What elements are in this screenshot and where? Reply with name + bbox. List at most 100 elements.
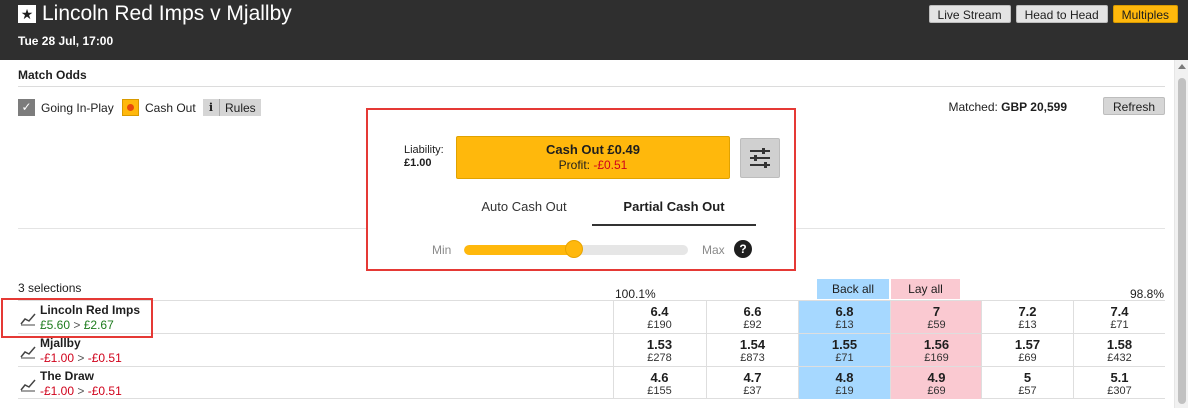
lay-price-2[interactable]: 1.57 £69	[981, 334, 1073, 366]
slider-fill	[464, 245, 574, 255]
slider-handle[interactable]	[564, 240, 583, 258]
odds-price: 7.2	[1018, 304, 1037, 319]
back-price-2[interactable]: 4.7 £37	[706, 367, 798, 399]
odds-size: £155	[647, 385, 672, 397]
odds-price: 5	[1023, 370, 1032, 385]
odds-size: £69	[927, 385, 946, 397]
match-title: Lincoln Red Imps v Mjallby	[42, 2, 292, 25]
pnl-after: -£0.51	[87, 351, 122, 365]
refresh-button[interactable]: Refresh	[1103, 97, 1165, 115]
back-price-best[interactable]: 1.55 £71	[798, 334, 890, 366]
slider-max-label: Max	[702, 243, 725, 257]
liability-value: £1.00	[404, 157, 432, 169]
odds-size: £873	[740, 352, 765, 364]
profit-value: -£0.51	[593, 158, 628, 172]
odds-size: £37	[743, 385, 762, 397]
star-icon[interactable]: ★	[18, 5, 36, 23]
odds-size: £71	[1110, 319, 1129, 331]
back-price-best[interactable]: 4.8 £19	[798, 367, 890, 399]
odds-size: £13	[835, 319, 854, 331]
rules-button[interactable]: i Rules	[203, 99, 261, 116]
lay-price-3[interactable]: 5.1 £307	[1073, 367, 1165, 399]
lay-price-3[interactable]: 7.4 £71	[1073, 301, 1165, 333]
cash-out-settings-button[interactable]	[740, 138, 780, 178]
odds-price: 1.57	[1014, 337, 1041, 352]
odds-price: 7	[932, 304, 941, 319]
pnl-arrow: >	[77, 351, 85, 365]
back-price-3[interactable]: 4.6 £155	[613, 367, 705, 399]
odds-price: 6.8	[835, 304, 854, 319]
lay-price-best[interactable]: 7 £59	[890, 301, 982, 333]
odds-size: £69	[1018, 352, 1037, 364]
back-all-button[interactable]: Back all	[817, 279, 889, 299]
back-book-percentage: 100.1%	[615, 287, 656, 301]
lay-price-best[interactable]: 1.56 £169	[890, 334, 982, 366]
multiples-button[interactable]: Multiples	[1112, 5, 1178, 23]
odds-price: 1.55	[831, 337, 858, 352]
lay-price-best[interactable]: 4.9 £69	[890, 367, 982, 399]
odds-price: 4.8	[835, 370, 854, 385]
selections-count: 3 selections	[18, 281, 82, 295]
lay-all-button[interactable]: Lay all	[891, 279, 960, 299]
rules-label: Rules	[225, 100, 256, 115]
lay-price-2[interactable]: 7.2 £13	[981, 301, 1073, 333]
help-icon[interactable]: ?	[734, 240, 752, 258]
odds-price: 4.6	[650, 370, 669, 385]
back-price-2[interactable]: 6.6 £92	[706, 301, 798, 333]
chart-icon[interactable]	[20, 378, 36, 392]
back-price-best[interactable]: 6.8 £13	[798, 301, 890, 333]
matched-label: Matched:	[948, 100, 998, 114]
scroll-thumb[interactable]	[1178, 78, 1186, 404]
runner-name: The Draw	[40, 369, 95, 383]
runner-name: Lincoln Red Imps	[40, 303, 141, 317]
sliders-icon	[750, 148, 770, 168]
head-to-head-button[interactable]: Head to Head	[1015, 5, 1108, 23]
odds-price: 7.4	[1110, 304, 1129, 319]
odds-size: £71	[835, 352, 854, 364]
going-in-play-check-icon: ✓	[18, 99, 35, 116]
odds-size: £278	[647, 352, 672, 364]
odds-size: £307	[1107, 385, 1132, 397]
back-price-2[interactable]: 1.54 £873	[706, 334, 798, 366]
cash-out-profit: Profit: -£0.51	[457, 158, 729, 172]
lay-price-3[interactable]: 1.58 £432	[1073, 334, 1165, 366]
header-buttons: Live Stream Head to Head Multiples	[928, 5, 1178, 23]
back-price-3[interactable]: 1.53 £278	[613, 334, 705, 366]
lay-book-percentage: 98.8%	[1130, 287, 1165, 301]
cash-out-button-label: Cash Out £0.49	[546, 142, 640, 157]
odds-price: 4.9	[927, 370, 946, 385]
matched-amount: Matched: GBP 20,599	[948, 100, 1067, 114]
odds-size: £432	[1107, 352, 1132, 364]
odds-price: 1.53	[646, 337, 673, 352]
odds-size: £59	[927, 319, 946, 331]
match-date: Tue 28 Jul, 17:00	[18, 34, 114, 48]
runner-name: Mjallby	[40, 336, 81, 350]
tab-partial-cash-out[interactable]: Partial Cash Out	[592, 196, 756, 226]
live-stream-button[interactable]: Live Stream	[928, 5, 1011, 23]
runner-pnl: -£1.00 > -£0.51	[40, 384, 122, 398]
info-icon: i	[203, 99, 220, 116]
pnl-arrow: >	[73, 318, 81, 332]
odds-price: 4.7	[743, 370, 762, 385]
back-price-3[interactable]: 6.4 £190	[613, 301, 705, 333]
cash-out-panel: Liability: £1.00 Cash Out £0.49 Profit: …	[366, 108, 796, 271]
cash-out-button[interactable]: Cash Out £0.49 Profit: -£0.51	[456, 136, 730, 179]
table-row: The Draw -£1.00 > -£0.51 4.6 £155 4.7 £37 …	[18, 366, 1165, 399]
vertical-scrollbar[interactable]	[1174, 60, 1188, 408]
odds-size: £92	[743, 319, 762, 331]
chart-icon[interactable]	[20, 345, 36, 359]
pnl-current: -£1.00	[40, 351, 75, 365]
runner-pnl: -£1.00 > -£0.51	[40, 351, 122, 365]
pnl-arrow: >	[77, 384, 85, 398]
chart-icon[interactable]	[20, 312, 36, 326]
cash-out-icon	[122, 99, 139, 116]
odds-size: £169	[924, 352, 949, 364]
tab-auto-cash-out[interactable]: Auto Cash Out	[456, 196, 592, 226]
lay-price-2[interactable]: 5 £57	[981, 367, 1073, 399]
cash-out-tabs: Auto Cash Out Partial Cash Out	[456, 196, 756, 226]
scroll-up-arrow-icon[interactable]	[1178, 64, 1186, 69]
market-title: Match Odds	[18, 68, 87, 82]
odds-price: 5.1	[1110, 370, 1129, 385]
table-row: Lincoln Red Imps £5.60 > £2.67 6.4 £190 6…	[18, 300, 1165, 333]
cash-out-dot	[127, 104, 134, 111]
